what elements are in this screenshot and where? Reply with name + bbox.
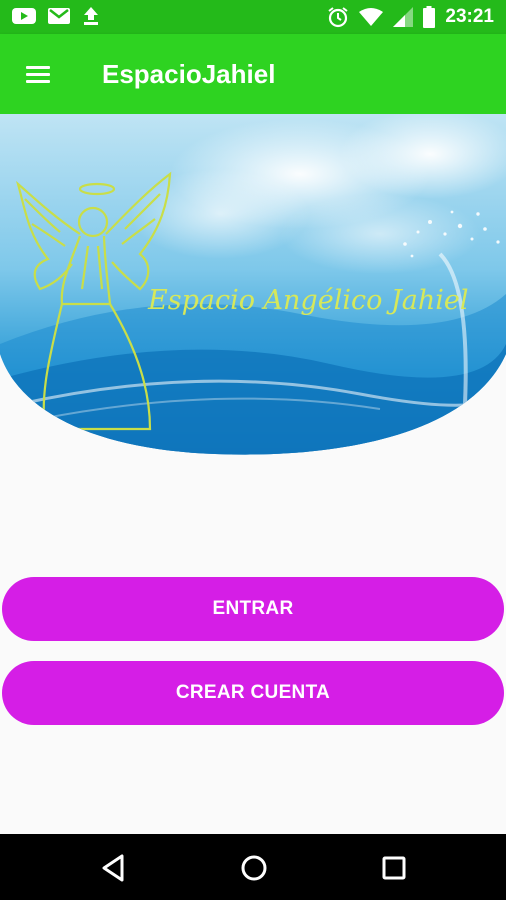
alarm-icon (328, 7, 348, 28)
wifi-icon (359, 8, 384, 26)
hamburger-menu-icon[interactable] (22, 58, 56, 90)
home-icon[interactable] (234, 848, 274, 888)
status-bar-system: 23:21 (327, 4, 494, 30)
app-bar: EspacioJahiel (0, 34, 506, 114)
system-nav-bar (0, 834, 506, 900)
upload-icon (84, 7, 98, 25)
youtube-icon (12, 8, 36, 24)
battery-icon (423, 6, 436, 28)
create-account-button[interactable]: CREAR CUENTA (2, 661, 504, 725)
status-time: 23:21 (445, 6, 494, 27)
enter-button[interactable]: ENTRAR (2, 577, 504, 641)
back-icon[interactable] (94, 848, 134, 888)
gmail-icon (48, 8, 70, 24)
cell-signal-icon (393, 7, 414, 27)
recents-icon[interactable] (374, 848, 414, 888)
header-banner-image: Espacio Angélico Jahiel (0, 114, 506, 459)
banner-logo-text: Espacio Angélico Jahiel (147, 285, 468, 316)
status-bar-notifications (12, 6, 100, 26)
status-bar: 23:21 (0, 0, 506, 34)
app-title: EspacioJahiel (102, 59, 276, 89)
